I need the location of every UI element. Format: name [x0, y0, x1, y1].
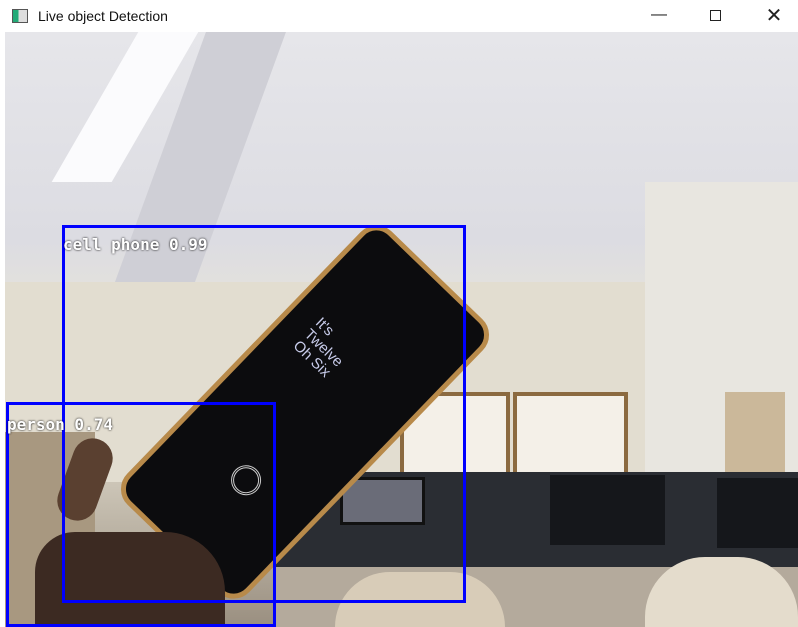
window	[513, 392, 628, 477]
detection-label: cell phone 0.99	[63, 235, 208, 254]
maximize-icon	[709, 9, 721, 21]
detection-box-person	[6, 402, 276, 627]
close-icon: ✕	[765, 4, 783, 27]
maximize-button[interactable]	[686, 0, 744, 30]
window-title: Live object Detection	[38, 8, 168, 24]
app-icon	[12, 9, 28, 23]
minimize-button[interactable]: —	[630, 0, 688, 30]
title-bar: Live object Detection — ✕	[0, 0, 798, 32]
monitor	[717, 478, 798, 548]
monitor	[550, 475, 665, 545]
minimize-icon: —	[651, 6, 667, 23]
close-button[interactable]: ✕	[745, 0, 798, 30]
detection-label: person 0.74	[7, 415, 113, 434]
curtain	[725, 392, 785, 482]
camera-feed: It's Twelve Oh Six cell phone 0.99 perso…	[5, 32, 798, 627]
